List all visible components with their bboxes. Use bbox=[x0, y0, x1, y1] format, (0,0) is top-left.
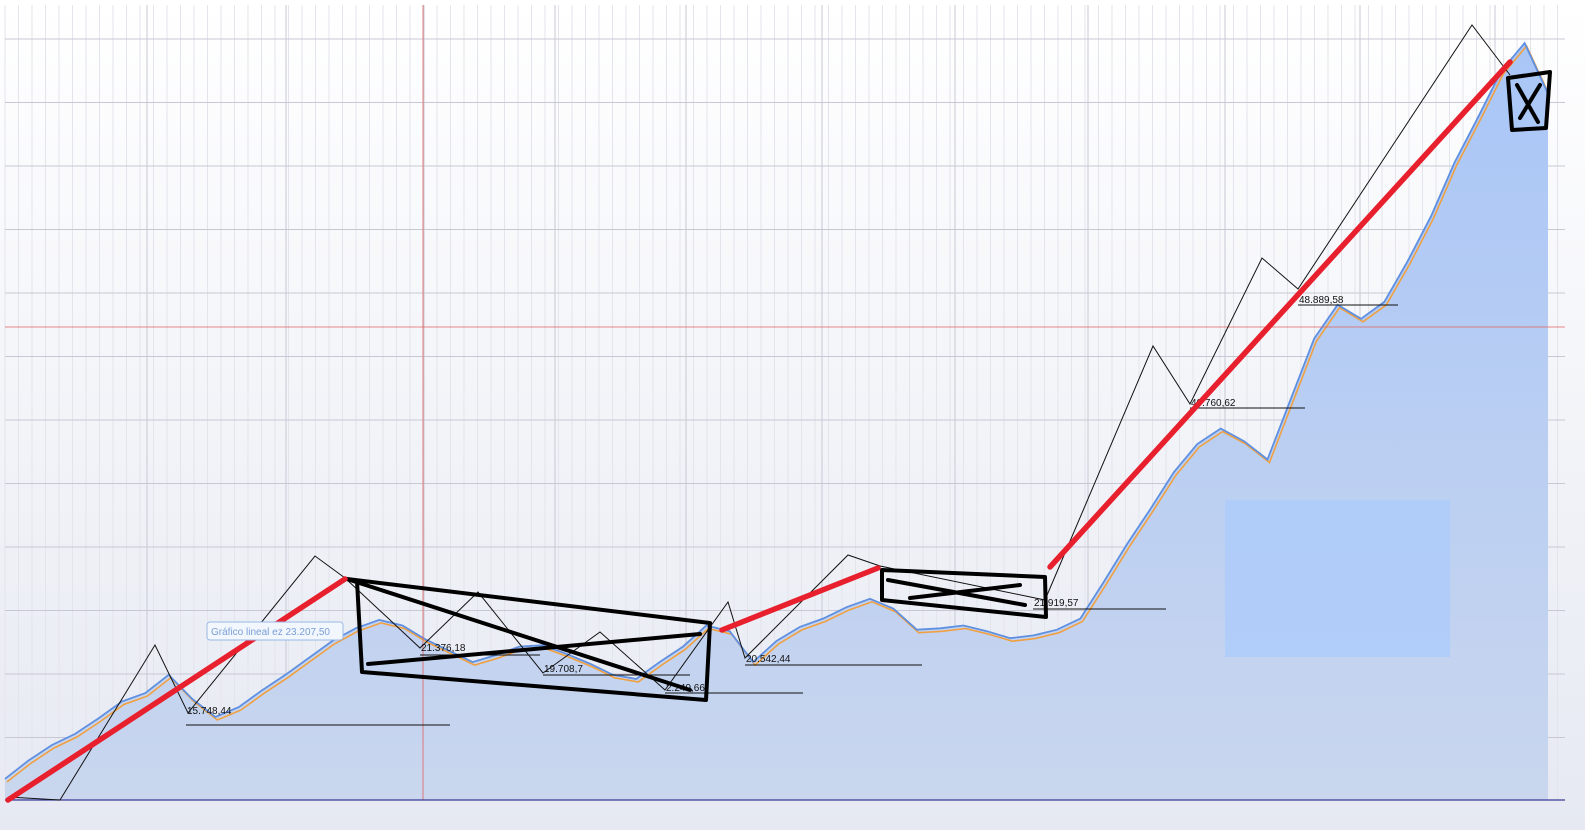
swing-level-label: 19.708,7 bbox=[544, 664, 583, 675]
price-chart[interactable]: 15.748,4421.376,1819.708,72.249,6620.542… bbox=[0, 0, 1585, 830]
swing-level-label: 20.542,44 bbox=[746, 654, 791, 665]
swing-level-label: 21.376,18 bbox=[421, 643, 466, 654]
swing-level-label: 48.889,58 bbox=[1299, 295, 1344, 306]
swing-level-label: 21.919,57 bbox=[1034, 598, 1079, 609]
tooltip-text: Gráfico lineal ez 23.207,50 bbox=[211, 627, 330, 638]
chart-window: 15.748,44 21.376,18 19.708,7 2.249,66 20.542… bbox=[0, 0, 1585, 830]
swing-level-label: 15.748,44 bbox=[187, 706, 232, 717]
selection-overlay bbox=[1225, 500, 1450, 657]
